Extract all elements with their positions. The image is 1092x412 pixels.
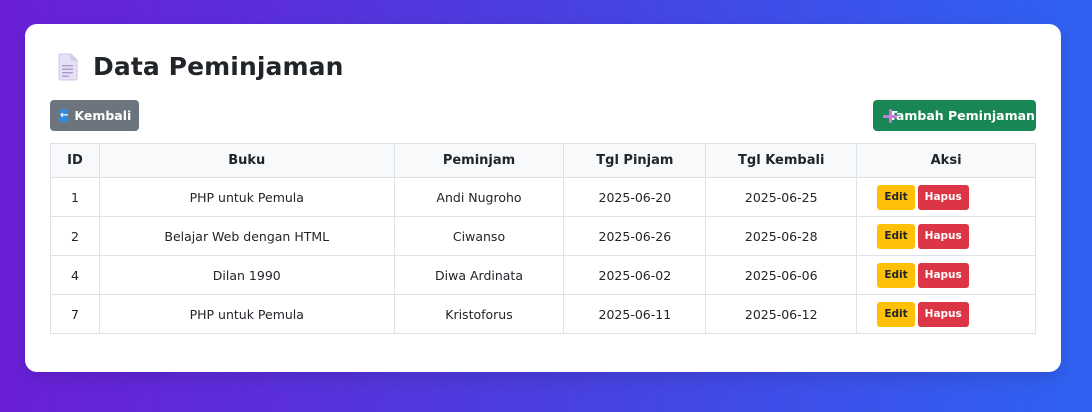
table-row: 1 PHP untuk Pemula Andi Nugroho 2025-06-… bbox=[50, 177, 1036, 217]
cell-peminjam: Kristoforus bbox=[393, 294, 565, 334]
header-buku: Buku bbox=[98, 143, 395, 178]
delete-button[interactable]: Hapus bbox=[917, 184, 969, 210]
cell-aksi: Edit Hapus bbox=[856, 216, 1036, 256]
delete-button[interactable]: Hapus bbox=[917, 223, 969, 249]
table-header-row: ID Buku Peminjam Tgl Pinjam Tgl Kembali … bbox=[50, 143, 1036, 178]
page-title: Data Peminjaman bbox=[93, 52, 344, 81]
cell-tgl-pinjam: 2025-06-26 bbox=[563, 216, 707, 256]
cell-id: 4 bbox=[50, 255, 100, 295]
edit-button[interactable]: Edit bbox=[877, 262, 915, 288]
delete-button[interactable]: Hapus bbox=[917, 262, 969, 288]
header-tgl-kembali: Tgl Kembali bbox=[705, 143, 858, 178]
document-icon bbox=[58, 53, 78, 80]
page-header: Data Peminjaman bbox=[57, 52, 344, 81]
row-actions: Edit Hapus bbox=[811, 223, 1035, 249]
table-row: 4 Dilan 1990 Diwa Ardinata 2025-06-02 20… bbox=[50, 255, 1036, 295]
cell-peminjam: Ciwanso bbox=[393, 216, 565, 256]
cell-tgl-pinjam: 2025-06-20 bbox=[563, 177, 707, 217]
cell-aksi: Edit Hapus bbox=[856, 177, 1036, 217]
main-card: Data Peminjaman ← Kembali Tambah Peminja… bbox=[25, 24, 1061, 372]
add-loan-button-label: Tambah Peminjaman bbox=[889, 108, 1035, 123]
loans-table: ID Buku Peminjam Tgl Pinjam Tgl Kembali … bbox=[50, 143, 1036, 334]
cell-buku: PHP untuk Pemula bbox=[98, 294, 395, 334]
edit-button[interactable]: Edit bbox=[877, 301, 915, 327]
header-peminjam: Peminjam bbox=[393, 143, 565, 178]
table-row: 2 Belajar Web dengan HTML Ciwanso 2025-0… bbox=[50, 216, 1036, 256]
row-actions: Edit Hapus bbox=[811, 184, 1035, 210]
header-tgl-pinjam: Tgl Pinjam bbox=[563, 143, 707, 178]
cell-aksi: Edit Hapus bbox=[856, 255, 1036, 295]
cell-buku: PHP untuk Pemula bbox=[98, 177, 395, 217]
arrow-left-icon: ← bbox=[60, 109, 69, 122]
cell-id: 7 bbox=[50, 294, 100, 334]
cell-peminjam: Andi Nugroho bbox=[393, 177, 565, 217]
back-button-label: Kembali bbox=[74, 108, 132, 123]
table-row: 7 PHP untuk Pemula Kristoforus 2025-06-1… bbox=[50, 294, 1036, 334]
cell-peminjam: Diwa Ardinata bbox=[393, 255, 565, 295]
cell-id: 1 bbox=[50, 177, 100, 217]
row-actions: Edit Hapus bbox=[811, 262, 1035, 288]
header-aksi: Aksi bbox=[856, 143, 1036, 178]
cell-aksi: Edit Hapus bbox=[856, 294, 1036, 334]
edit-button[interactable]: Edit bbox=[877, 184, 915, 210]
cell-id: 2 bbox=[50, 216, 100, 256]
add-loan-button[interactable]: Tambah Peminjaman bbox=[873, 100, 1036, 131]
row-actions: Edit Hapus bbox=[811, 301, 1035, 327]
cell-buku: Belajar Web dengan HTML bbox=[98, 216, 395, 256]
back-button[interactable]: ← Kembali bbox=[50, 100, 139, 131]
cell-buku: Dilan 1990 bbox=[98, 255, 395, 295]
cell-tgl-pinjam: 2025-06-11 bbox=[563, 294, 707, 334]
header-id: ID bbox=[50, 143, 100, 178]
cell-tgl-pinjam: 2025-06-02 bbox=[563, 255, 707, 295]
delete-button[interactable]: Hapus bbox=[917, 301, 969, 327]
edit-button[interactable]: Edit bbox=[877, 223, 915, 249]
